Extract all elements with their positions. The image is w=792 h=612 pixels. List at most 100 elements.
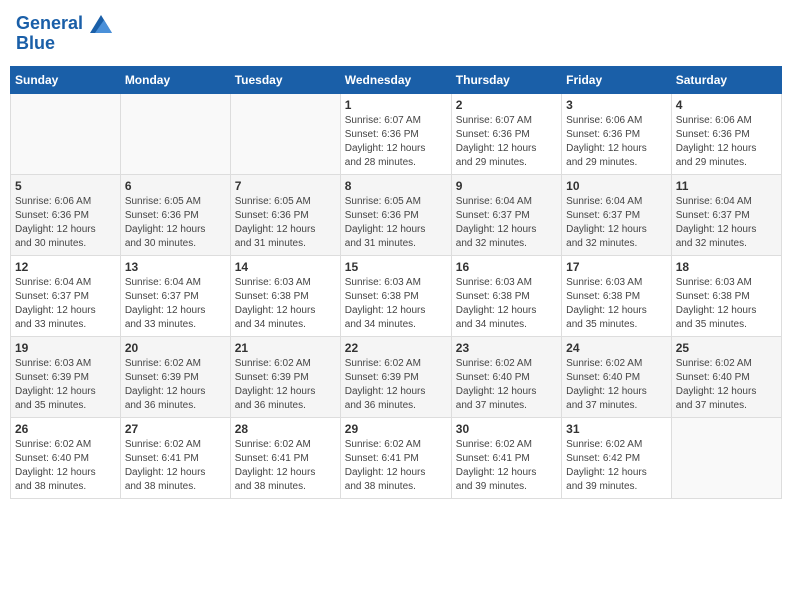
day-info: Sunrise: 6:02 AM Sunset: 6:40 PM Dayligh… [15,438,116,494]
calendar-cell [671,417,781,498]
calendar-cell: 29 Sunrise: 6:02 AM Sunset: 6:41 PM Dayli… [340,417,451,498]
day-info: Sunrise: 6:03 AM Sunset: 6:38 PM Dayligh… [566,276,667,332]
day-info: Sunrise: 6:02 AM Sunset: 6:40 PM Dayligh… [676,357,777,413]
day-number: 5 [15,179,116,193]
day-info: Sunrise: 6:02 AM Sunset: 6:39 PM Dayligh… [235,357,336,413]
calendar-week-4: 19Sunrise: 6:03 AM Sunset: 6:39 PM Dayli… [11,336,782,417]
day-number: 22 [345,341,447,355]
day-info: Sunrise: 6:02 AM Sunset: 6:41 PM Dayligh… [345,438,447,494]
calendar-week-5: 26 Sunrise: 6:02 AM Sunset: 6:40 PM Dayli… [11,417,782,498]
calendar-table: SundayMondayTuesdayWednesdayThursdayFrid… [10,66,782,499]
day-number: 17 [566,260,667,274]
day-info: Sunrise: 6:06 AM Sunset: 6:36 PM Dayligh… [15,195,116,251]
day-info: Sunrise: 6:03 AM Sunset: 6:38 PM Dayligh… [345,276,447,332]
day-info: Sunrise: 6:04 AM Sunset: 6:37 PM Dayligh… [676,195,777,251]
calendar-week-2: 5 Sunrise: 6:06 AM Sunset: 6:36 PM Daylig… [11,174,782,255]
day-number: 9 [456,179,557,193]
day-info: Sunrise: 6:02 AM Sunset: 6:39 PM Dayligh… [345,357,447,413]
day-info: Sunrise: 6:02 AM Sunset: 6:41 PM Dayligh… [456,438,557,494]
calendar-cell [230,93,340,174]
day-number: 26 [15,422,116,436]
day-number: 7 [235,179,336,193]
day-info: Sunrise: 6:02 AM Sunset: 6:42 PM Dayligh… [566,438,667,494]
header-tuesday: Tuesday [230,66,340,93]
day-info: Sunrise: 6:05 AM Sunset: 6:36 PM Dayligh… [345,195,447,251]
calendar-cell: 17 Sunrise: 6:03 AM Sunset: 6:38 PM Dayli… [562,255,672,336]
calendar-cell: 27 Sunrise: 6:02 AM Sunset: 6:41 PM Dayli… [120,417,230,498]
calendar-cell: 5 Sunrise: 6:06 AM Sunset: 6:36 PM Daylig… [11,174,121,255]
logo: General Blue [16,14,112,54]
day-info: Sunrise: 6:04 AM Sunset: 6:37 PM Dayligh… [125,276,226,332]
day-info: Sunrise: 6:02 AM Sunset: 6:41 PM Dayligh… [235,438,336,494]
calendar-cell: 9 Sunrise: 6:04 AM Sunset: 6:37 PM Daylig… [451,174,561,255]
header-monday: Monday [120,66,230,93]
calendar-cell: 6Sunrise: 6:05 AM Sunset: 6:36 PM Daylig… [120,174,230,255]
day-info: Sunrise: 6:06 AM Sunset: 6:36 PM Dayligh… [676,114,777,170]
day-info: Sunrise: 6:02 AM Sunset: 6:40 PM Dayligh… [566,357,667,413]
calendar-cell: 23Sunrise: 6:02 AM Sunset: 6:40 PM Dayli… [451,336,561,417]
page-header: General Blue [10,10,782,58]
calendar-week-1: 1 Sunrise: 6:07 AM Sunset: 6:36 PM Daylig… [11,93,782,174]
day-number: 28 [235,422,336,436]
calendar-week-3: 12 Sunrise: 6:04 AM Sunset: 6:37 PM Dayli… [11,255,782,336]
calendar-cell: 19Sunrise: 6:03 AM Sunset: 6:39 PM Dayli… [11,336,121,417]
header-thursday: Thursday [451,66,561,93]
header-saturday: Saturday [671,66,781,93]
calendar-cell: 1 Sunrise: 6:07 AM Sunset: 6:36 PM Daylig… [340,93,451,174]
calendar-cell: 24 Sunrise: 6:02 AM Sunset: 6:40 PM Dayli… [562,336,672,417]
logo-general: General [16,13,83,33]
day-number: 19 [15,341,116,355]
day-number: 25 [676,341,777,355]
calendar-cell: 14 Sunrise: 6:03 AM Sunset: 6:38 PM Dayli… [230,255,340,336]
day-info: Sunrise: 6:03 AM Sunset: 6:38 PM Dayligh… [456,276,557,332]
day-number: 29 [345,422,447,436]
calendar-cell [11,93,121,174]
day-info: Sunrise: 6:07 AM Sunset: 6:36 PM Dayligh… [345,114,447,170]
day-number: 24 [566,341,667,355]
day-number: 23 [456,341,557,355]
day-info: Sunrise: 6:05 AM Sunset: 6:36 PM Dayligh… [235,195,336,251]
day-info: Sunrise: 6:07 AM Sunset: 6:36 PM Dayligh… [456,114,557,170]
day-number: 18 [676,260,777,274]
day-info: Sunrise: 6:04 AM Sunset: 6:37 PM Dayligh… [15,276,116,332]
day-number: 12 [15,260,116,274]
day-number: 20 [125,341,226,355]
header-friday: Friday [562,66,672,93]
day-number: 14 [235,260,336,274]
calendar-cell: 8 Sunrise: 6:05 AM Sunset: 6:36 PM Daylig… [340,174,451,255]
logo-icon [90,15,112,33]
day-info: Sunrise: 6:05 AM Sunset: 6:36 PM Dayligh… [125,195,226,251]
day-info: Sunrise: 6:02 AM Sunset: 6:41 PM Dayligh… [125,438,226,494]
day-number: 30 [456,422,557,436]
day-number: 13 [125,260,226,274]
calendar-cell: 20 Sunrise: 6:02 AM Sunset: 6:39 PM Dayli… [120,336,230,417]
calendar-cell: 10Sunrise: 6:04 AM Sunset: 6:37 PM Dayli… [562,174,672,255]
calendar-cell: 11 Sunrise: 6:04 AM Sunset: 6:37 PM Dayli… [671,174,781,255]
calendar-cell: 16 Sunrise: 6:03 AM Sunset: 6:38 PM Dayli… [451,255,561,336]
calendar-cell: 26 Sunrise: 6:02 AM Sunset: 6:40 PM Dayli… [11,417,121,498]
day-number: 8 [345,179,447,193]
calendar-cell: 2Sunrise: 6:07 AM Sunset: 6:36 PM Daylig… [451,93,561,174]
calendar-cell: 3 Sunrise: 6:06 AM Sunset: 6:36 PM Daylig… [562,93,672,174]
day-number: 27 [125,422,226,436]
day-info: Sunrise: 6:02 AM Sunset: 6:39 PM Dayligh… [125,357,226,413]
header-sunday: Sunday [11,66,121,93]
day-info: Sunrise: 6:04 AM Sunset: 6:37 PM Dayligh… [456,195,557,251]
day-info: Sunrise: 6:06 AM Sunset: 6:36 PM Dayligh… [566,114,667,170]
calendar-cell: 31 Sunrise: 6:02 AM Sunset: 6:42 PM Dayli… [562,417,672,498]
day-number: 16 [456,260,557,274]
calendar-cell: 15 Sunrise: 6:03 AM Sunset: 6:38 PM Dayli… [340,255,451,336]
calendar-cell: 28 Sunrise: 6:02 AM Sunset: 6:41 PM Dayli… [230,417,340,498]
calendar-cell: 21 Sunrise: 6:02 AM Sunset: 6:39 PM Dayli… [230,336,340,417]
day-info: Sunrise: 6:03 AM Sunset: 6:38 PM Dayligh… [676,276,777,332]
calendar-cell: 4 Sunrise: 6:06 AM Sunset: 6:36 PM Daylig… [671,93,781,174]
day-number: 15 [345,260,447,274]
day-number: 31 [566,422,667,436]
header-wednesday: Wednesday [340,66,451,93]
day-number: 11 [676,179,777,193]
day-info: Sunrise: 6:03 AM Sunset: 6:38 PM Dayligh… [235,276,336,332]
day-number: 4 [676,98,777,112]
day-number: 21 [235,341,336,355]
day-number: 1 [345,98,447,112]
day-number: 3 [566,98,667,112]
